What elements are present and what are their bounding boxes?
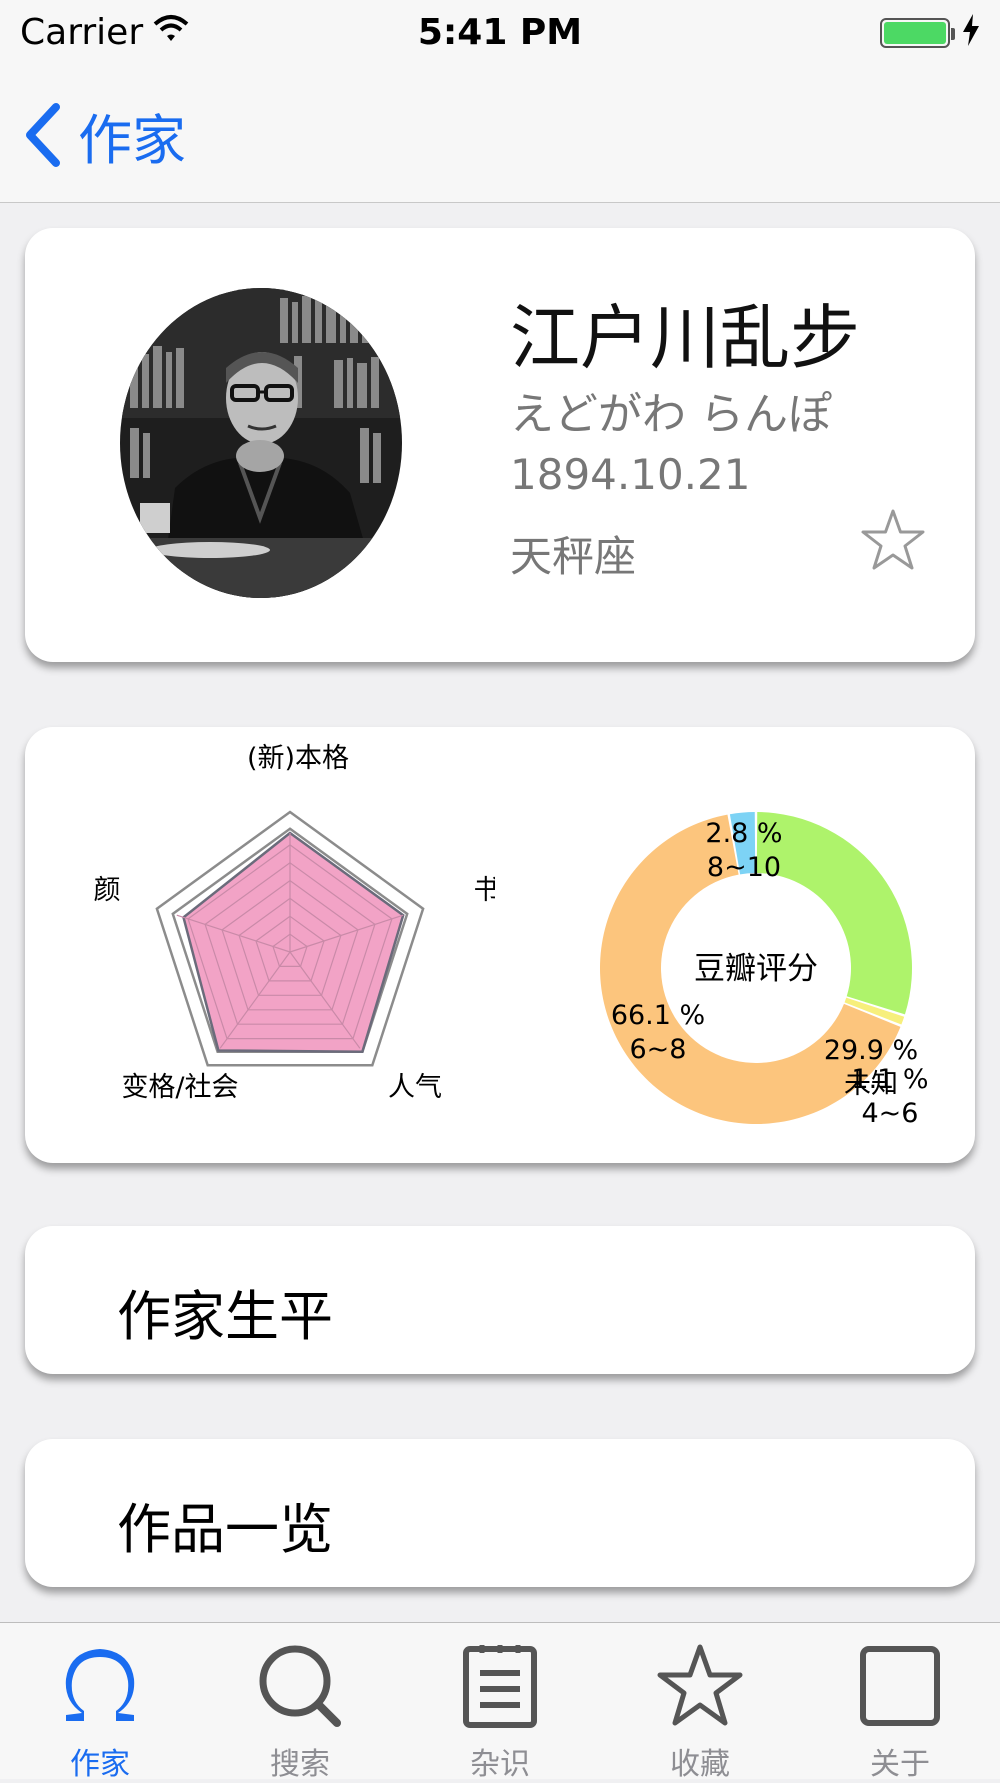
back-button-label: 作家 (78, 108, 186, 172)
battery-icon (880, 18, 950, 48)
donut-slice-label: 8~10 (707, 852, 781, 883)
status-time: 5:41 PM (417, 12, 583, 53)
tab-bar: 作家 搜索 杂识 收藏 关于 (0, 1622, 1000, 1782)
donut-center-title: 豆瓣评分 (694, 951, 818, 987)
tab-author[interactable]: 作家 (0, 1623, 200, 1782)
star-outline-icon (861, 509, 925, 570)
works-list-label: 作品一览 (117, 1498, 333, 1561)
biography-button[interactable]: 作家生平 (25, 1226, 975, 1374)
author-name: 江户川乱步 (510, 297, 860, 379)
tab-favorites[interactable]: 收藏 (600, 1623, 800, 1782)
author-zodiac: 天秤座 (510, 532, 637, 581)
star-icon (657, 1644, 743, 1726)
status-bar: Carrier 5:41 PM (0, 0, 1000, 66)
back-button[interactable]: 作家 (24, 100, 186, 172)
square-icon (860, 1646, 940, 1726)
author-portrait (120, 288, 402, 598)
radar-axis-label: 颜 (94, 875, 121, 906)
radar-axis-label: 变格/社会 (121, 1072, 238, 1103)
chevron-left-icon (26, 103, 60, 167)
search-icon (259, 1645, 341, 1727)
tab-notes[interactable]: 杂识 (400, 1623, 600, 1782)
donut-slice-percent: 29.9 % (824, 1035, 918, 1066)
author-icon (65, 1649, 135, 1721)
favorite-button[interactable] (860, 508, 926, 576)
donut-slice-label: 6~8 (630, 1034, 687, 1065)
author-birth-date: 1894.10.21 (510, 450, 751, 499)
donut-slice-percent: 66.1 % (611, 1000, 705, 1031)
profile-card: 江户川乱步 えどがわ らんぽ 1894.10.21 天秤座 (25, 228, 975, 662)
radar-chart: (新)本格 书 人气 变格/社会 颜 (94, 743, 496, 1103)
radar-axis-label: 人气 (388, 1072, 442, 1103)
tab-search[interactable]: 搜索 (200, 1623, 400, 1782)
author-kana: えどがわ らんぽ (510, 389, 832, 440)
donut-slice-percent: 1.1 % (851, 1064, 928, 1095)
biography-label: 作家生平 (117, 1285, 333, 1348)
works-list-button[interactable]: 作品一览 (25, 1439, 975, 1587)
charging-bolt-icon (963, 14, 979, 46)
donut-slice-percent: 2.8 % (705, 818, 782, 849)
notes-icon (463, 1645, 537, 1728)
donut-slice-label: 4~6 (862, 1098, 919, 1129)
charts-card: (新)本格 书 人气 变格/社会 颜 豆瓣评分 29.9 % 未知 1.1 % 4~6… (25, 727, 975, 1163)
navigation-bar: 作家 (0, 66, 1000, 203)
radar-axis-label: 书 (474, 875, 496, 906)
donut-chart: 豆瓣评分 29.9 %未知1.1 %4~666.1 %6~82.8 %8~10 (600, 812, 929, 1129)
tab-about[interactable]: 关于 (800, 1623, 1000, 1782)
radar-axis-label: (新)本格 (247, 743, 349, 774)
